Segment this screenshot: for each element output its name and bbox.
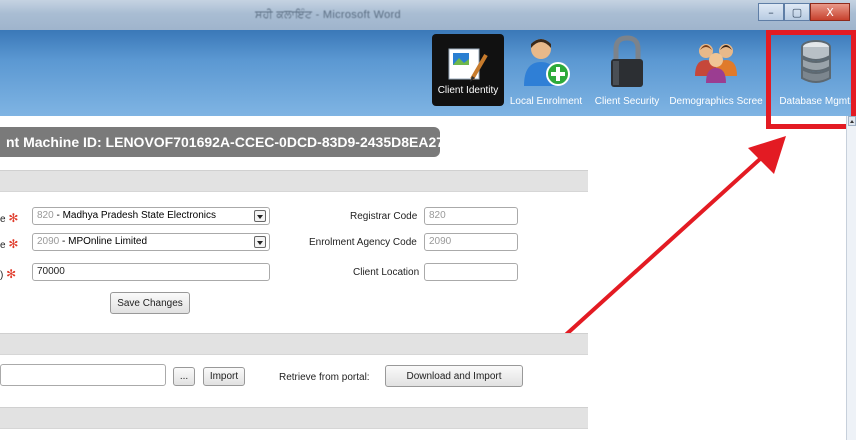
- main-toolbar: Client Identity Local Enrolment Client S: [0, 30, 856, 116]
- close-button[interactable]: X: [810, 3, 850, 21]
- toolbar-label: Client Identity: [437, 84, 499, 96]
- station-id-field[interactable]: 70000: [32, 263, 270, 281]
- agency-select-code: 2090: [37, 236, 60, 247]
- window-title: ਸਹੀ ਕਲਾਇੰਟ - Microsoft Word: [255, 9, 401, 21]
- window-controls: – ▢ X: [758, 3, 850, 21]
- row-label-fragment: e: [0, 214, 6, 225]
- chevron-down-icon[interactable]: [254, 210, 266, 222]
- chevron-down-icon[interactable]: [254, 236, 266, 248]
- import-button[interactable]: Import: [203, 367, 245, 386]
- toolbar-label: Local Enrolment: [509, 96, 583, 107]
- maximize-button[interactable]: ▢: [784, 3, 810, 21]
- agency-select-value: - MPOnline Limited: [59, 236, 148, 247]
- save-changes-button[interactable]: Save Changes: [110, 292, 190, 314]
- retrieve-from-portal-label: Retrieve from portal:: [279, 372, 370, 383]
- row-label-fragment: e: [0, 240, 6, 251]
- window-titlebar: ਸਹੀ ਕਲਾਇੰਟ - Microsoft Word – ▢ X: [0, 0, 856, 30]
- toolbar-item-client-security[interactable]: Client Security: [592, 30, 662, 116]
- import-file-path-input[interactable]: [0, 364, 166, 386]
- padlock-icon: [599, 34, 655, 90]
- agency-code-label: Enrolment Agency Code: [309, 237, 417, 248]
- client-location-field[interactable]: [424, 263, 518, 281]
- registrar-code-field[interactable]: 820: [424, 207, 518, 225]
- annotation-highlight-box: [766, 30, 856, 129]
- client-identity-icon: Client Identity: [432, 34, 504, 106]
- scroll-up-button[interactable]: [848, 116, 856, 126]
- row-label-fragment: ): [0, 270, 4, 281]
- people-group-icon: [688, 34, 744, 90]
- section-header: [0, 333, 588, 355]
- station-row-label: ) ✻: [0, 267, 16, 281]
- toolbar-item-demographics[interactable]: Demographics Scree: [666, 30, 766, 116]
- toolbar-label: Client Security: [594, 96, 660, 107]
- registrar-select-value: - Madhya Pradesh State Electronics: [53, 210, 216, 221]
- required-asterisk-icon: ✻: [8, 211, 19, 225]
- required-asterisk-icon: ✻: [8, 237, 19, 251]
- machine-id-banner: nt Machine ID: LENOVOF701692A-CCEC-0DCD-…: [0, 127, 462, 157]
- registrar-select[interactable]: 820 - Madhya Pradesh State Electronics: [32, 207, 270, 225]
- minimize-button[interactable]: –: [758, 3, 784, 21]
- toolbar-item-local-enrolment[interactable]: Local Enrolment: [508, 30, 584, 116]
- add-user-icon: [518, 34, 574, 90]
- browse-button[interactable]: ...: [173, 367, 195, 386]
- agency-row-label: e ✻: [0, 237, 18, 251]
- registrar-code-label: Registrar Code: [350, 211, 418, 222]
- registrar-select-code: 820: [37, 210, 54, 221]
- client-location-label: Client Location: [353, 267, 420, 278]
- toolbar-label: Demographics Scree: [669, 96, 763, 107]
- download-and-import-button[interactable]: Download and Import: [385, 365, 523, 387]
- required-asterisk-icon: ✻: [6, 267, 17, 281]
- registrar-row-label: e ✻: [0, 211, 18, 225]
- annotation-arrow-icon: [558, 136, 786, 342]
- section-header: [0, 407, 588, 429]
- toolbar-item-client-identity[interactable]: Client Identity: [432, 30, 504, 116]
- enrolment-agency-select[interactable]: 2090 - MPOnline Limited: [32, 233, 270, 251]
- vertical-scrollbar[interactable]: [846, 116, 856, 440]
- section-header: [0, 170, 588, 192]
- agency-code-field[interactable]: 2090: [424, 233, 518, 251]
